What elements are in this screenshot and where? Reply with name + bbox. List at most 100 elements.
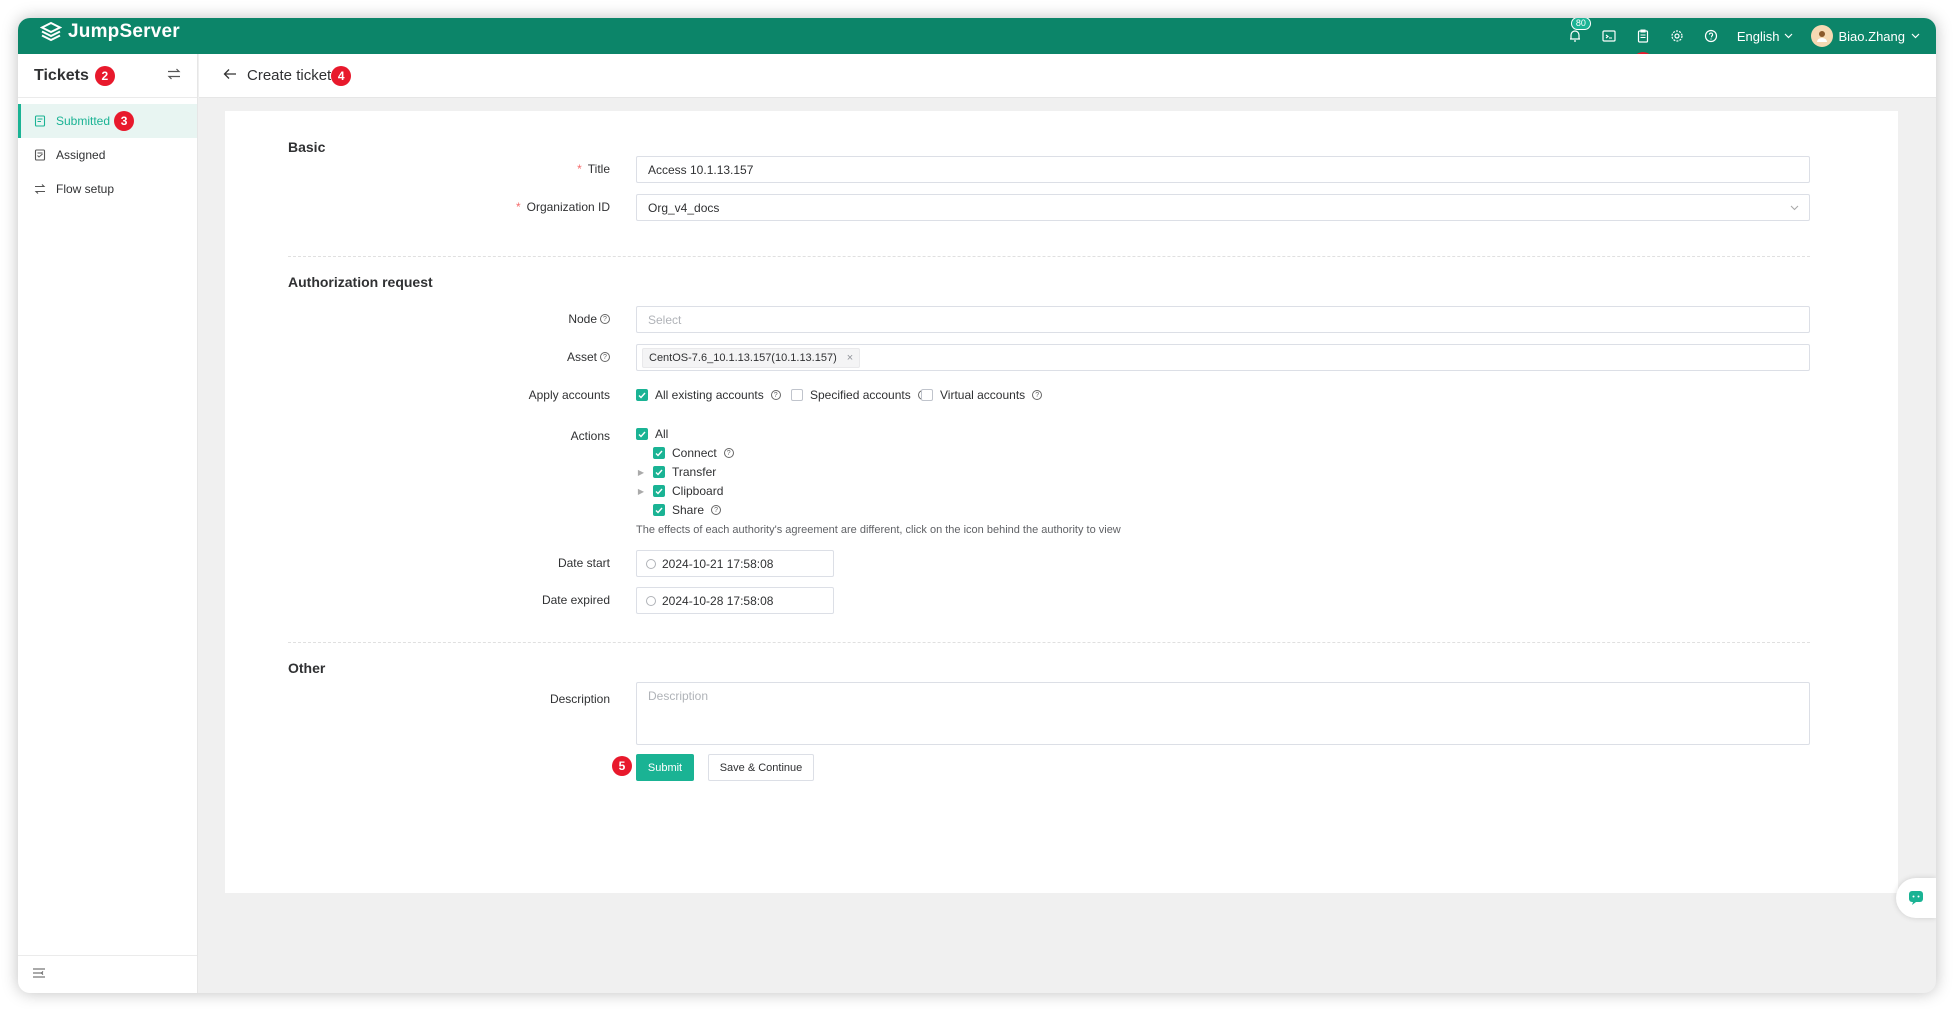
asset-tag: CentOS-7.6_10.1.13.157(10.1.13.157) ×	[642, 347, 861, 368]
clock-icon	[646, 558, 656, 569]
step-marker-4: 4	[331, 65, 352, 86]
checkbox-unchecked[interactable]	[921, 389, 933, 401]
clock-icon	[646, 595, 656, 606]
asset-select[interactable]: CentOS-7.6_10.1.13.157(10.1.13.157) ×	[636, 344, 1810, 371]
action-share[interactable]: Share ?	[636, 503, 722, 517]
action-all[interactable]: All	[636, 427, 668, 441]
avatar	[1810, 25, 1833, 47]
page-title: Create ticket	[247, 67, 332, 84]
step-marker-3: 3	[114, 111, 135, 131]
apply-accounts-label: Apply accounts	[528, 388, 610, 402]
date-start-value: 2024-10-21 17:58:08	[662, 556, 774, 571]
submit-button[interactable]: Submit	[636, 754, 694, 781]
title-label-text: Title	[587, 162, 610, 176]
checkbox-checked[interactable]	[653, 466, 665, 478]
action-label: All	[655, 427, 669, 441]
option-specified-accounts[interactable]: Specified accounts ?	[791, 388, 928, 402]
node-select[interactable]: Select	[636, 306, 1810, 333]
date-start-picker[interactable]: 2024-10-21 17:58:08	[636, 550, 834, 577]
caret-right-icon[interactable]: ▶	[636, 468, 646, 477]
option-label: Virtual accounts	[940, 388, 1026, 402]
step-marker-5: 5	[612, 756, 632, 776]
required-mark: *	[577, 162, 582, 176]
date-start-label: Date start	[557, 556, 610, 570]
action-connect[interactable]: Connect ?	[636, 446, 734, 460]
node-label: Node ?	[568, 312, 610, 326]
page-header: Create ticket 4	[199, 54, 1936, 98]
username: Biao.Zhang	[1838, 28, 1906, 44]
checkbox-checked[interactable]	[636, 428, 648, 440]
top-bar: JumpServer 80 1 English	[18, 18, 1936, 72]
action-clipboard[interactable]: ▶ Clipboard	[636, 484, 723, 498]
description-placeholder: Description	[648, 689, 709, 703]
sidebar-footer	[18, 955, 197, 993]
terminal-icon[interactable]	[1601, 28, 1617, 44]
sidebar-item-flow-setup[interactable]: Flow setup	[18, 172, 197, 206]
option-label: Specified accounts	[810, 388, 911, 402]
actions-label: Actions	[570, 429, 610, 443]
date-expired-value: 2024-10-28 17:58:08	[662, 593, 774, 608]
language-label: English	[1736, 28, 1780, 44]
action-label: Share	[672, 503, 705, 517]
sidebar-title: Tickets	[34, 66, 89, 84]
sidebar-header: Tickets 2	[18, 54, 197, 98]
title-input-value: Access 10.1.13.157	[648, 162, 754, 177]
checkbox-checked[interactable]	[653, 447, 665, 459]
date-expired-picker[interactable]: 2024-10-28 17:58:08	[636, 587, 834, 614]
node-placeholder: Select	[648, 312, 682, 327]
sidebar-item-label: Flow setup	[56, 182, 115, 196]
help-icon[interactable]: ?	[711, 505, 722, 515]
sidebar-item-assigned[interactable]: Assigned	[18, 138, 197, 172]
close-icon[interactable]: ×	[847, 352, 853, 364]
submitted-icon	[34, 115, 46, 127]
sidebar-item-label: Assigned	[56, 148, 106, 162]
title-input[interactable]: Access 10.1.13.157	[636, 156, 1810, 183]
help-icon[interactable]: ?	[770, 390, 781, 400]
help-icon[interactable]	[1703, 28, 1719, 44]
sidebar-item-label: Submitted	[56, 114, 111, 128]
chevron-down-icon	[1784, 33, 1792, 39]
chevron-down-icon	[1790, 205, 1799, 210]
caret-right-icon[interactable]: ▶	[636, 487, 646, 496]
org-select-value: Org_v4_docs	[648, 200, 720, 215]
help-icon[interactable]: ?	[600, 352, 610, 362]
app-window: JumpServer 80 1 English	[18, 18, 1936, 993]
section-title-basic: Basic	[288, 139, 326, 155]
jumpserver-logo-icon	[40, 21, 62, 42]
language-selector[interactable]: English	[1737, 29, 1793, 44]
action-label: Connect	[672, 446, 717, 460]
org-select[interactable]: Org_v4_docs	[636, 194, 1810, 221]
collapse-menu-icon[interactable]	[32, 966, 46, 984]
save-continue-button[interactable]: Save & Continue	[708, 754, 814, 781]
help-icon[interactable]: ?	[600, 314, 610, 324]
ticket-icon[interactable]: 1	[1632, 28, 1653, 72]
checkbox-unchecked[interactable]	[791, 389, 803, 401]
assigned-icon	[34, 149, 46, 161]
sidebar: Tickets 2 Submitted 3 Assigned Flow setu…	[18, 54, 198, 993]
logo[interactable]: JumpServer	[40, 21, 180, 43]
description-label: Description	[549, 692, 610, 706]
brand-name: JumpServer	[68, 21, 180, 42]
flow-icon	[34, 184, 46, 194]
description-textarea[interactable]: Description	[636, 682, 1810, 745]
user-menu[interactable]: Biao.Zhang	[1810, 25, 1921, 47]
gear-icon[interactable]	[1669, 28, 1685, 44]
switch-view-icon[interactable]	[167, 67, 181, 85]
back-arrow-icon[interactable]	[223, 67, 237, 85]
help-icon[interactable]: ?	[723, 448, 734, 458]
chat-assistant-icon[interactable]	[1896, 878, 1936, 918]
date-expired-label: Date expired	[541, 593, 610, 607]
checkbox-checked[interactable]	[636, 389, 648, 401]
step-marker-2: 2	[94, 65, 115, 86]
bell-icon[interactable]: 80	[1567, 18, 1591, 44]
sidebar-item-submitted[interactable]: Submitted 3	[18, 104, 197, 138]
checkbox-checked[interactable]	[653, 485, 665, 497]
section-divider	[288, 642, 1810, 643]
option-virtual-accounts[interactable]: Virtual accounts ?	[921, 388, 1043, 402]
option-all-existing-accounts[interactable]: All existing accounts ?	[636, 388, 781, 402]
checkbox-checked[interactable]	[653, 504, 665, 516]
help-icon[interactable]: ?	[1032, 390, 1043, 400]
action-label: Transfer	[672, 465, 717, 479]
action-transfer[interactable]: ▶ Transfer	[636, 465, 716, 479]
section-title-authorization: Authorization request	[288, 274, 433, 290]
